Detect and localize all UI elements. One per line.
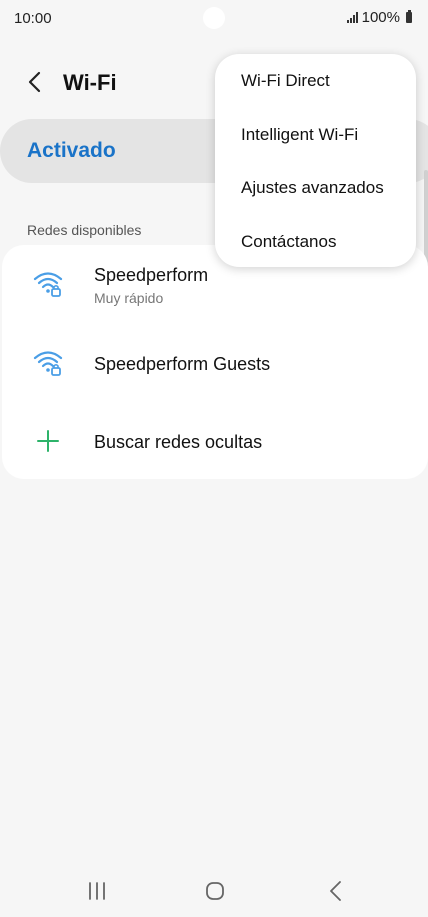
nav-back-icon[interactable] (326, 880, 346, 902)
recents-icon[interactable] (87, 882, 107, 900)
plus-icon (37, 430, 59, 452)
status-bar: 10:00 100% (0, 0, 428, 38)
wifi-lock-icon (33, 351, 63, 376)
back-arrow-icon[interactable] (24, 70, 48, 94)
menu-item-wifi-direct[interactable]: Wi-Fi Direct (241, 71, 330, 91)
menu-item-intelligent-wifi[interactable]: Intelligent Wi-Fi (241, 125, 358, 145)
overflow-menu: Wi-Fi Direct Intelligent Wi-Fi Ajustes a… (215, 54, 416, 267)
wifi-lock-icon (33, 272, 63, 297)
menu-item-contact-us[interactable]: Contáctanos (241, 232, 336, 252)
available-networks-label: Redes disponibles (27, 222, 142, 238)
network-item[interactable]: Speedperform Guests (2, 329, 428, 399)
network-speed: Muy rápido (94, 290, 164, 306)
wifi-toggle-label: Activado (27, 139, 116, 162)
menu-item-advanced-settings[interactable]: Ajustes avanzados (241, 178, 384, 198)
network-name: Speedperform Guests (94, 354, 271, 374)
navigation-bar (0, 862, 428, 917)
signal-icon (346, 12, 358, 23)
battery-text: 100% (361, 9, 400, 26)
home-icon[interactable] (205, 881, 225, 901)
networks-list: Speedperform Muy rápido Speedperform Gue… (2, 245, 428, 479)
camera-cutout (203, 7, 225, 29)
page-title: Wi-Fi (63, 70, 117, 95)
status-time: 10:00 (14, 10, 52, 27)
network-name: Speedperform (94, 265, 209, 285)
search-hidden-networks[interactable]: Buscar redes ocultas (2, 407, 428, 477)
search-hidden-networks-label: Buscar redes ocultas (94, 432, 263, 452)
battery-icon (406, 10, 412, 23)
status-indicators: 100% (346, 9, 412, 26)
